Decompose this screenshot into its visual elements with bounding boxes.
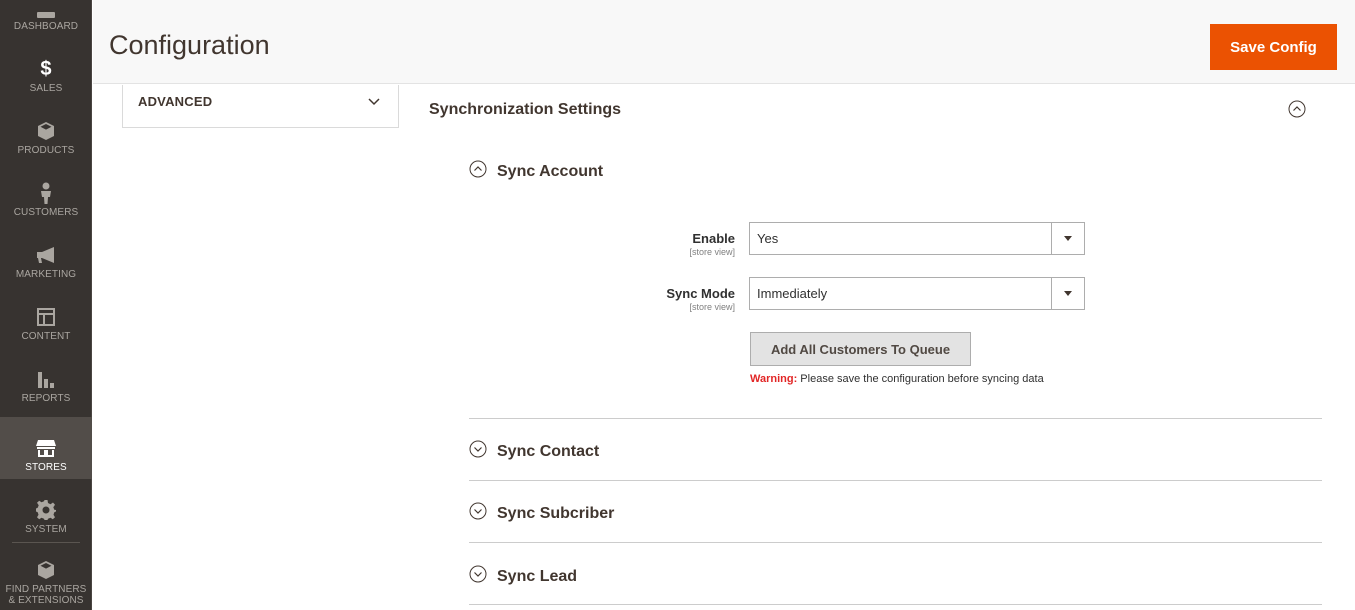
box-icon xyxy=(37,559,55,581)
chevron-down-icon xyxy=(368,93,380,111)
warning-text: Please save the configuration before syn… xyxy=(797,373,1044,385)
nav-item-marketing[interactable]: Marketing xyxy=(0,224,92,286)
group-sync-lead[interactable]: Sync Lead xyxy=(469,565,577,588)
divider xyxy=(469,480,1322,481)
save-config-button[interactable]: Save Config xyxy=(1210,24,1337,70)
group-sync-contact[interactable]: Sync Contact xyxy=(469,440,599,463)
nav-label: Marketing xyxy=(15,269,77,280)
nav-item-reports[interactable]: Reports xyxy=(0,348,92,410)
expand-circle-icon xyxy=(469,502,487,525)
field-scope: [store view] xyxy=(689,302,735,312)
nav-item-system[interactable]: System xyxy=(0,479,92,541)
group-title: Sync Account xyxy=(497,162,604,180)
expand-circle-icon xyxy=(469,565,487,588)
nav-label: & Extensions xyxy=(8,595,84,606)
nav-item-customers[interactable]: Customers xyxy=(0,162,92,224)
page-header: Configuration Save Config xyxy=(93,0,1355,84)
enable-field-label: Enable [store view] xyxy=(689,231,735,257)
select-value: Yes xyxy=(757,231,779,246)
megaphone-icon xyxy=(36,244,56,266)
group-title: Sync Lead xyxy=(497,567,578,585)
storefront-icon xyxy=(36,437,56,459)
collapse-circle-icon xyxy=(469,160,487,183)
nav-label: Dashboard xyxy=(13,21,79,32)
group-title: Sync Subcriber xyxy=(497,504,615,522)
nav-label: System xyxy=(25,524,67,535)
nav-label: Reports xyxy=(21,393,71,404)
group-sync-subscriber[interactable]: Sync Subcriber xyxy=(469,502,614,525)
sync-mode-field-label: Sync Mode [store view] xyxy=(666,286,735,312)
divider xyxy=(469,604,1322,605)
nav-label: Products xyxy=(17,145,75,156)
sync-mode-select[interactable]: Immediately xyxy=(749,277,1085,310)
page-title: Configuration xyxy=(109,30,270,60)
group-sync-account[interactable]: Sync Account xyxy=(469,160,603,183)
divider xyxy=(469,542,1322,543)
section-title[interactable]: Synchronization Settings xyxy=(429,101,621,119)
nav-item-dashboard[interactable]: Dashboard xyxy=(0,0,92,38)
warning-label: Warning: xyxy=(750,373,798,385)
nav-label: Find Partners xyxy=(5,584,87,595)
layout-icon xyxy=(37,306,55,328)
person-icon xyxy=(39,182,53,204)
enable-select[interactable]: Yes xyxy=(749,222,1085,255)
nav-item-stores[interactable]: Stores xyxy=(0,417,92,479)
field-scope: [store view] xyxy=(689,247,735,257)
admin-sidebar: Dashboard $ Sales Products Customers Mar… xyxy=(0,0,92,610)
select-value: Immediately xyxy=(757,286,828,301)
field-label: Enable xyxy=(692,231,735,246)
bar-chart-icon xyxy=(37,368,55,390)
field-label: Sync Mode xyxy=(666,286,735,301)
nav-divider xyxy=(12,542,80,543)
gear-icon xyxy=(36,499,56,521)
cube-icon xyxy=(37,120,55,142)
add-all-customers-to-queue-button[interactable]: Add All Customers To Queue xyxy=(750,332,971,366)
dropdown-arrow-icon xyxy=(1051,278,1084,309)
nav-label: Customers xyxy=(13,207,79,218)
warning-note: Warning: Please save the configuration b… xyxy=(750,373,1044,385)
tab-group-title: ADVANCED xyxy=(138,94,213,109)
config-tabs-advanced[interactable]: ADVANCED xyxy=(122,85,399,128)
dollar-icon: $ xyxy=(40,57,52,80)
collapse-circle-icon[interactable] xyxy=(1288,100,1306,123)
divider xyxy=(469,418,1322,419)
nav-label: Sales xyxy=(29,83,63,94)
nav-item-products[interactable]: Products xyxy=(0,100,92,162)
nav-label: Stores xyxy=(25,462,67,473)
group-title: Sync Contact xyxy=(497,442,600,460)
nav-item-sales[interactable]: $ Sales xyxy=(0,38,92,100)
dashboard-icon xyxy=(37,9,55,19)
nav-item-find-partners[interactable]: Find Partners & Extensions xyxy=(0,546,92,610)
nav-item-content[interactable]: Content xyxy=(0,286,92,348)
dropdown-arrow-icon xyxy=(1051,223,1084,254)
expand-circle-icon xyxy=(469,440,487,463)
nav-label: Content xyxy=(21,331,71,342)
